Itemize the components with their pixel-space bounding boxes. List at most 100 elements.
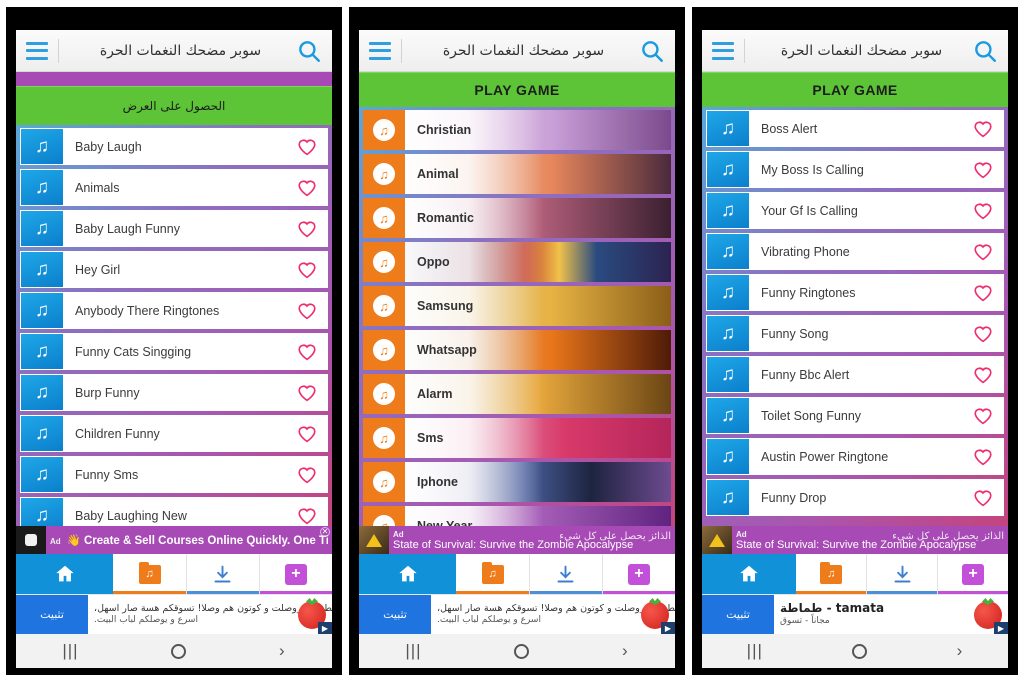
list-item[interactable]: ♫ Alarm [363,374,671,414]
ad-banner[interactable]: Ad 👋 Create & Sell Courses Online Quickl… [16,526,332,554]
recents-button[interactable]: ||| [405,641,421,661]
install-button[interactable]: تثبيت [702,595,774,634]
nav-item-downloads[interactable] [186,554,260,594]
nav-item-home[interactable] [16,554,114,594]
adchoices-icon[interactable]: ▶ [318,622,332,634]
home-button[interactable] [852,643,868,659]
search-icon[interactable] [296,38,322,64]
list-item[interactable]: ♫ New Year [363,506,671,526]
list-item[interactable]: ♫ Anybody There Ringtones [20,292,328,329]
nav-item-home[interactable] [702,554,797,594]
favorite-heart-icon[interactable] [963,398,1003,433]
list-item[interactable]: ♫ Vibrating Phone [706,233,1004,270]
nav-item-downloads[interactable] [529,554,603,594]
sponsored-strip[interactable]: تثبيت القطو_اني_وصلت و كوتون هم وصلا! تس… [359,594,675,634]
list-item[interactable]: ♫ Sms [363,418,671,458]
list-item[interactable]: ♫ Whatsapp [363,330,671,370]
ringtone-list-1[interactable]: ♫ Baby Laugh ♫ Animals ♫ Baby Laugh Funn… [16,125,332,526]
list-item[interactable]: ♫ Funny Bbc Alert [706,356,1004,393]
list-item[interactable]: ♫ Samsung [363,286,671,326]
list-item[interactable]: ♫ Funny Drop [706,479,1004,516]
favorite-heart-icon[interactable] [287,252,327,287]
hamburger-menu-icon[interactable] [26,41,48,60]
favorite-heart-icon[interactable] [287,375,327,410]
list-item[interactable]: ♫ Austin Power Ringtone [706,438,1004,475]
list-item[interactable]: ♫ Funny Song [706,315,1004,352]
list-item[interactable]: ♫ Animal [363,154,671,194]
close-icon[interactable]: ✕ [320,527,330,537]
back-button[interactable]: › [622,641,629,661]
favorite-heart-icon[interactable] [287,416,327,451]
list-item[interactable]: ♫ Funny Ringtones [706,274,1004,311]
search-icon[interactable] [639,38,665,64]
list-item[interactable]: ♫ Christian [363,110,671,150]
nav-item-my-music[interactable]: ♫ [796,554,868,594]
favorite-heart-icon[interactable] [287,293,327,328]
nav-item-add[interactable]: + [602,554,675,594]
home-button[interactable] [514,643,530,659]
list-item[interactable]: ♫ Funny Cats Singging [20,333,328,370]
favorite-heart-icon[interactable] [963,193,1003,228]
list-item[interactable]: ♫ Hey Girl [20,251,328,288]
ad-banner[interactable]: Ad State of Survival: Survive the Zombie… [359,526,675,554]
nav-item-add[interactable]: + [938,554,1008,594]
favorite-heart-icon[interactable] [287,498,327,526]
favorite-heart-icon[interactable] [287,211,327,246]
list-item[interactable]: ♫ Baby Laugh [20,128,328,165]
install-button[interactable]: تثبيت [16,595,88,634]
sponsored-strip[interactable]: تثبيت القطو_اني_وصلت و كوتون هم وصلا! تس… [16,594,332,634]
list-item[interactable]: ♫ Animals [20,169,328,206]
nav-item-my-music[interactable]: ♫ [456,554,530,594]
list-item-label: Baby Laugh [75,139,142,154]
favorite-heart-icon[interactable] [287,457,327,492]
adchoices-icon[interactable]: ▶ [661,622,675,634]
nav-item-my-music[interactable]: ♫ [113,554,187,594]
favorite-heart-icon[interactable] [963,316,1003,351]
list-item-label: Iphone [417,475,458,489]
list-item[interactable]: ♫ Burp Funny [20,374,328,411]
list-item[interactable]: ♫ Iphone [363,462,671,502]
ringtone-list-3[interactable]: ♫ Boss Alert ♫ My Boss Is Calling ♫ Your… [702,107,1008,526]
home-button[interactable] [171,643,187,659]
favorite-heart-icon[interactable] [287,170,327,205]
list-item[interactable]: ♫ Funny Sms [20,456,328,493]
favorite-heart-icon[interactable] [963,275,1003,310]
list-item[interactable]: ♫ Baby Laughing New [20,497,328,526]
list-item[interactable]: ♫ Oppo [363,242,671,282]
list-item[interactable]: ♫ Romantic [363,198,671,238]
search-icon[interactable] [972,38,998,64]
ad-banner[interactable]: Ad State of Survival: Survive the Zombie… [702,526,1008,554]
list-item[interactable]: ♫ Baby Laugh Funny [20,210,328,247]
recents-button[interactable]: ||| [62,641,78,661]
favorite-heart-icon[interactable] [963,152,1003,187]
favorite-heart-icon[interactable] [287,129,327,164]
list-item[interactable]: ♫ Boss Alert [706,110,1004,147]
android-system-nav: ||| › [702,634,1008,668]
sponsored-strip[interactable]: تثبيت tamata - طماطة مجاناً - تسوق ▶ [702,594,1008,634]
promo-banner[interactable]: الحصول على العرض [16,86,332,125]
favorite-heart-icon[interactable] [963,234,1003,269]
nav-item-home[interactable] [359,554,457,594]
recents-button[interactable]: ||| [747,641,763,661]
nav-item-downloads[interactable] [867,554,939,594]
favorite-heart-icon[interactable] [963,439,1003,474]
list-item[interactable]: ♫ Your Gf Is Calling [706,192,1004,229]
list-item[interactable]: ♫ My Boss Is Calling [706,151,1004,188]
back-button[interactable]: › [279,641,286,661]
back-button[interactable]: › [957,641,964,661]
list-item[interactable]: ♫ Children Funny [20,415,328,452]
adchoices-icon[interactable]: ▶ [994,622,1008,634]
play-game-banner[interactable]: PLAY GAME [702,72,1008,107]
favorite-heart-icon[interactable] [963,111,1003,146]
favorite-heart-icon[interactable] [963,480,1003,515]
hamburger-menu-icon[interactable] [369,41,391,60]
list-item[interactable]: ♫ Toilet Song Funny [706,397,1004,434]
sponsor-line-1: القطو_اني_وصلت و كوتون هم وصلا! تسوقكم ه… [437,602,675,614]
favorite-heart-icon[interactable] [287,334,327,369]
hamburger-menu-icon[interactable] [712,41,734,60]
play-game-banner[interactable]: PLAY GAME [359,72,675,107]
favorite-heart-icon[interactable] [963,357,1003,392]
category-list-2[interactable]: ♫ Christian ♫ Animal ♫ Romantic ♫ Oppo ♫… [359,107,675,526]
install-button[interactable]: تثبيت [359,595,431,634]
nav-item-add[interactable]: + [259,554,332,594]
